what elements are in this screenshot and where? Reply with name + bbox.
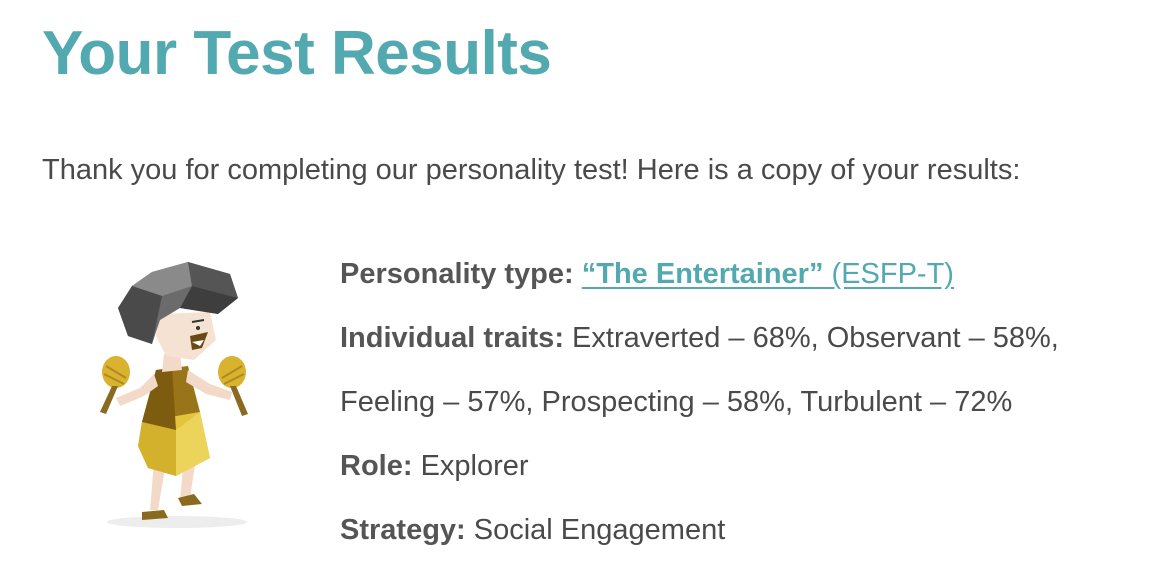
personality-type-row: Personality type: “The Entertainer” (ESF… <box>340 242 1140 306</box>
entertainer-character-icon <box>100 262 248 528</box>
traits-line-2: Feeling – 57%, Prospecting – 58%, Turbul… <box>340 386 1013 418</box>
traits-label: Individual traits: <box>340 322 564 354</box>
personality-type-label: Personality type: <box>340 258 574 290</box>
strategy-label: Strategy: <box>340 514 466 546</box>
role-label: Role: <box>340 450 413 482</box>
role-row: Role: Explorer <box>340 434 1140 498</box>
personality-type-code: (ESFP-T) <box>831 258 954 290</box>
strategy-value: Social Engagement <box>473 514 726 546</box>
personality-type-link[interactable]: “The Entertainer” (ESFP-T) <box>582 258 954 290</box>
traits-row-continued: Feeling – 57%, Prospecting – 58%, Turbul… <box>340 370 1140 434</box>
personality-type-name: “The Entertainer” <box>581 258 824 290</box>
entertainer-illustration <box>92 262 262 534</box>
strategy-row: Strategy: Social Engagement <box>340 498 1140 562</box>
results-list: Personality type: “The Entertainer” (ESF… <box>340 242 1140 562</box>
traits-row: Individual traits: Extraverted – 68%, Ob… <box>340 306 1140 370</box>
role-value: Explorer <box>420 450 529 482</box>
traits-line-1: Extraverted – 68%, Observant – 58%, <box>572 322 1059 354</box>
intro-text: Thank you for completing our personality… <box>42 154 1021 186</box>
page-title: Your Test Results <box>42 19 552 88</box>
